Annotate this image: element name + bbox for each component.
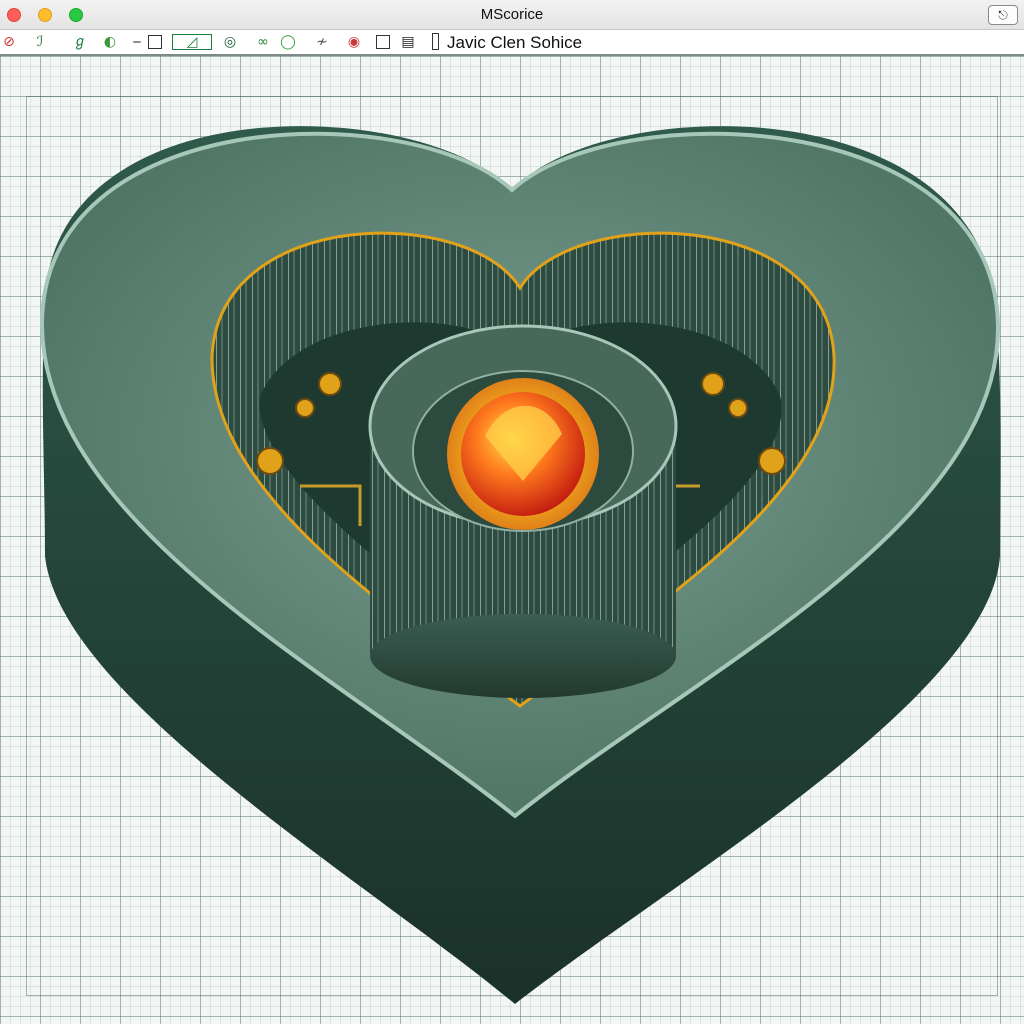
- target-icon[interactable]: ◎: [220, 32, 240, 52]
- circle-icon[interactable]: ◯: [278, 32, 298, 52]
- pen-icon[interactable]: ℐ: [30, 32, 50, 52]
- stop-icon[interactable]: ⊘: [0, 32, 18, 52]
- checkbox-icon[interactable]: [376, 35, 390, 49]
- panel-icon[interactable]: ▤: [398, 32, 418, 52]
- service-field[interactable]: Javic Clen Sohice: [432, 32, 812, 53]
- curve-icon[interactable]: ≁: [308, 32, 336, 52]
- eye-icon[interactable]: ◉: [344, 32, 364, 52]
- leaf-icon[interactable]: ◐: [100, 32, 120, 52]
- gradient-icon[interactable]: ◿: [172, 34, 212, 50]
- brush-icon[interactable]: ℊ: [70, 32, 90, 52]
- title-bar: MScorice ⎋: [0, 0, 1024, 30]
- service-label: Javic Clen Sohice: [447, 33, 583, 52]
- glowing-core: [447, 378, 599, 530]
- window-title: MScorice: [480, 6, 544, 23]
- field-bracket-icon: [432, 33, 439, 50]
- square-icon[interactable]: [148, 35, 162, 49]
- line-icon[interactable]: ‒: [128, 32, 146, 52]
- toolbar: ⊘ ℐ ℊ ◐ ‒ ◿ ◎ ∞ ◯ ≁ ◉ ▤ Javic Clen Sohic…: [0, 30, 1024, 56]
- link-icon[interactable]: ∞: [252, 32, 274, 52]
- heart-illustration[interactable]: [0, 56, 1024, 1024]
- window-corner-button[interactable]: ⎋: [988, 5, 1018, 25]
